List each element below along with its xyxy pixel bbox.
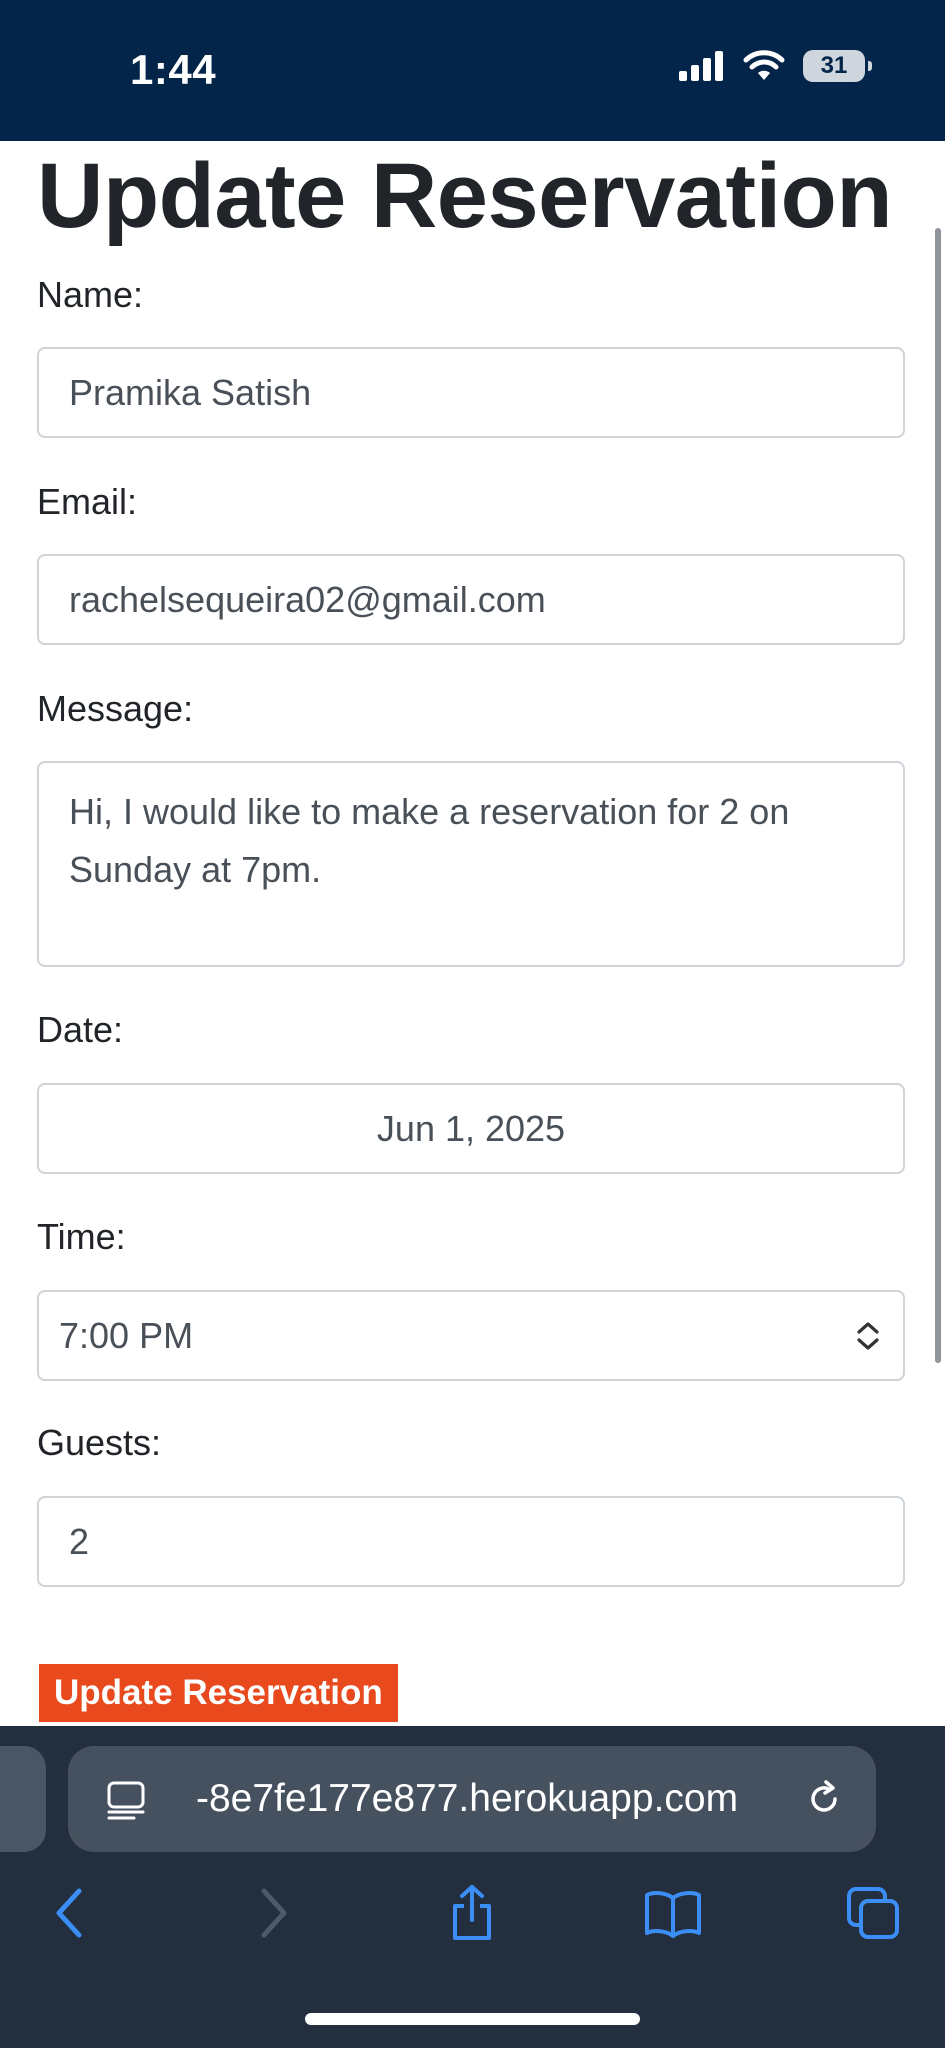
reader-icon[interactable] <box>106 1780 146 1820</box>
wifi-icon <box>743 50 785 80</box>
browser-bottom-bar: -8e7fe177e877.herokuapp.com <box>0 1726 945 2048</box>
browser-toolbar <box>0 1878 945 1958</box>
status-bar: 1:44 31 <box>0 0 945 141</box>
bookmarks-icon <box>645 1891 701 1938</box>
status-time: 1:44 <box>130 46 217 93</box>
url-text: -8e7fe177e877.herokuapp.com <box>196 1777 739 1820</box>
date-field[interactable]: Jun 1, 2025 <box>37 1083 905 1174</box>
back-icon <box>56 1888 82 1938</box>
date-value: Jun 1, 2025 <box>376 1107 566 1149</box>
guests-label: Guests: <box>37 1422 162 1463</box>
email-value: rachelsequeira02@gmail.com <box>69 578 546 620</box>
status-icons: 31 <box>679 50 872 82</box>
time-label: Time: <box>37 1216 126 1257</box>
address-bar[interactable]: -8e7fe177e877.herokuapp.com <box>68 1746 876 1852</box>
chevron-updown-icon <box>857 1321 879 1350</box>
bookmarks-button[interactable] <box>638 1878 708 1948</box>
guests-field[interactable]: 2 <box>37 1496 905 1587</box>
message-value: Hi, I would like to make a reservation f… <box>69 791 800 890</box>
time-value: 7:00 PM <box>59 1314 194 1356</box>
home-indicator[interactable] <box>305 2013 640 2025</box>
back-button[interactable] <box>35 1878 105 1948</box>
tabs-button[interactable] <box>838 1878 908 1948</box>
email-field[interactable]: rachelsequeira02@gmail.com <box>37 554 905 645</box>
email-label: Email: <box>37 481 138 522</box>
battery-level: 31 <box>820 52 848 79</box>
message-label: Message: <box>37 688 194 729</box>
forward-icon <box>261 1888 287 1938</box>
battery-icon: 31 <box>803 50 872 82</box>
message-field[interactable]: Hi, I would like to make a reservation f… <box>37 761 905 967</box>
previous-tab-peek[interactable] <box>0 1746 46 1852</box>
page-title: Update Reservation <box>37 145 893 247</box>
time-select[interactable]: 7:00 PM <box>37 1290 905 1381</box>
guests-value: 2 <box>69 1520 90 1562</box>
name-label: Name: <box>37 274 144 315</box>
signal-icon <box>679 51 723 81</box>
tabs-icon <box>847 1887 899 1939</box>
share-button[interactable] <box>437 1878 507 1948</box>
date-label: Date: <box>37 1009 124 1050</box>
share-icon <box>453 1885 491 1940</box>
name-value: Pramika Satish <box>69 371 312 413</box>
reload-icon[interactable] <box>804 1779 844 1819</box>
forward-button[interactable] <box>238 1878 308 1948</box>
scrollbar[interactable] <box>935 228 941 1363</box>
name-field[interactable]: Pramika Satish <box>37 347 905 438</box>
update-reservation-button[interactable]: Update Reservation <box>39 1664 398 1722</box>
